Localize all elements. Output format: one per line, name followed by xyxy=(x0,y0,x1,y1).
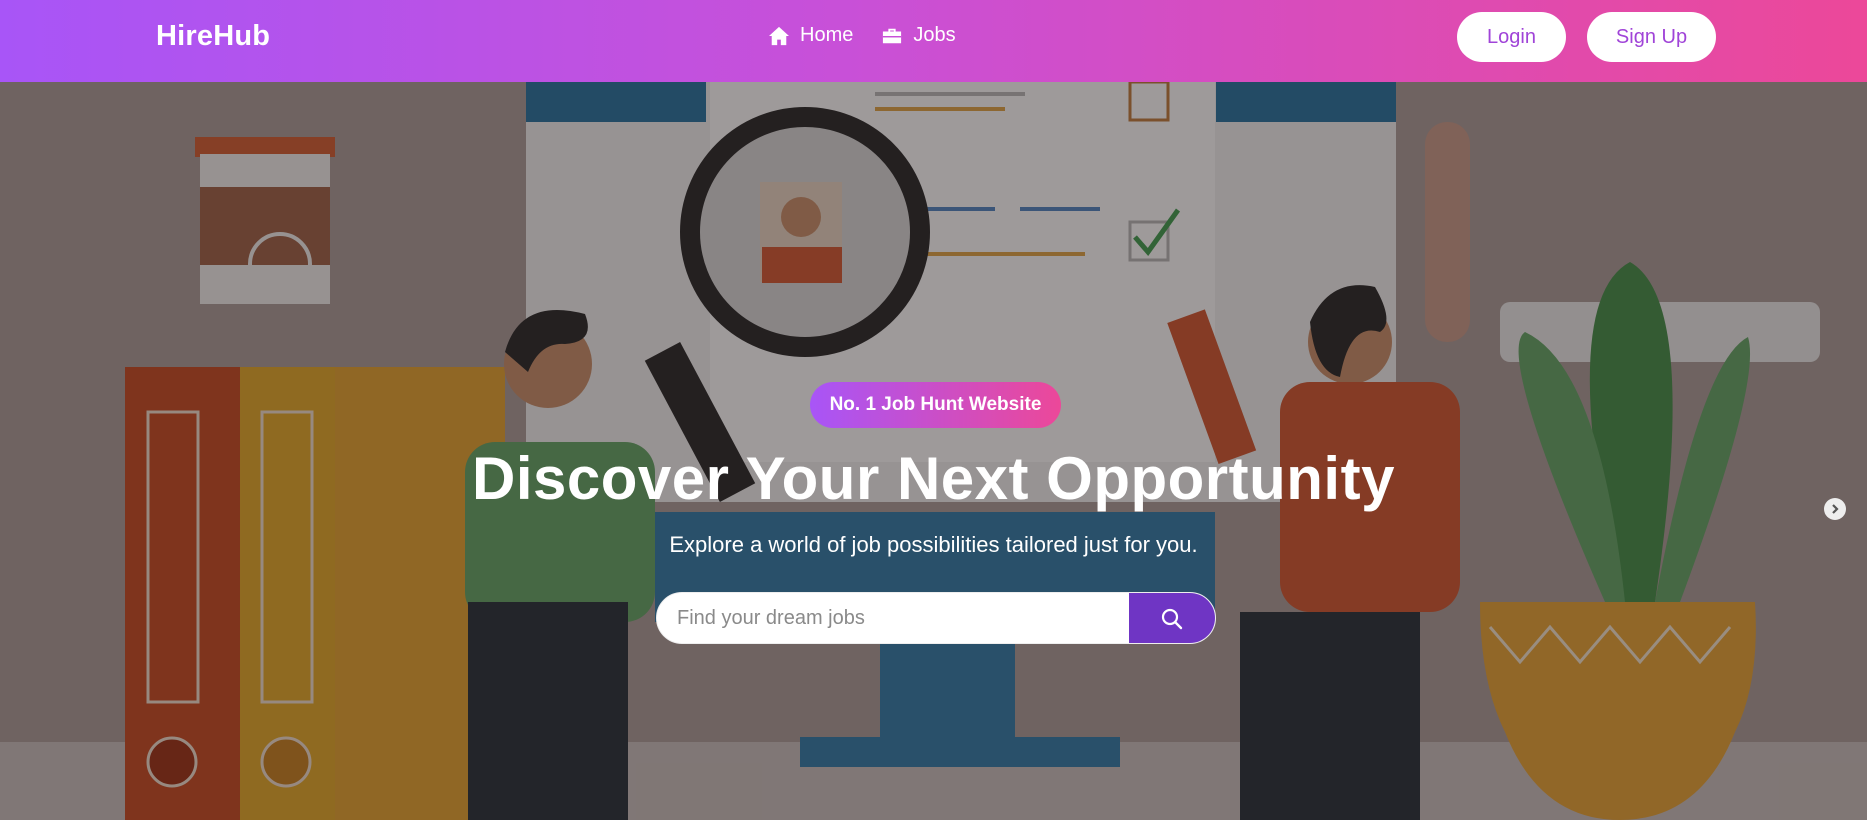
hero-title: Discover Your Next Opportunity xyxy=(472,445,1395,512)
job-search-bar xyxy=(656,592,1216,644)
search-button[interactable] xyxy=(1129,593,1215,643)
signup-button[interactable]: Sign Up xyxy=(1587,12,1716,62)
nav-link-jobs-label: Jobs xyxy=(913,24,956,46)
login-button[interactable]: Login xyxy=(1457,12,1566,62)
chevron-right-icon xyxy=(1832,504,1839,514)
home-icon xyxy=(769,26,789,45)
hero-subtitle: Explore a world of job possibilities tai… xyxy=(669,532,1198,557)
hero-section: No. 1 Job Hunt Website Discover Your Nex… xyxy=(0,82,1867,820)
nav-link-home[interactable]: Home xyxy=(768,24,853,47)
job-search-input[interactable] xyxy=(657,593,1129,643)
nav-link-home-label: Home xyxy=(800,24,854,46)
briefcase-icon xyxy=(883,28,902,43)
carousel-next-button[interactable] xyxy=(1824,498,1846,520)
top-navbar: HireHub Home Jobs Login Sign Up xyxy=(0,0,1867,82)
nav-link-jobs[interactable]: Jobs xyxy=(881,24,956,47)
nav-links: Home Jobs xyxy=(768,24,956,47)
search-icon xyxy=(1161,608,1183,630)
hero-badge: No. 1 Job Hunt Website xyxy=(810,382,1061,428)
brand-logo[interactable]: HireHub xyxy=(156,20,270,53)
